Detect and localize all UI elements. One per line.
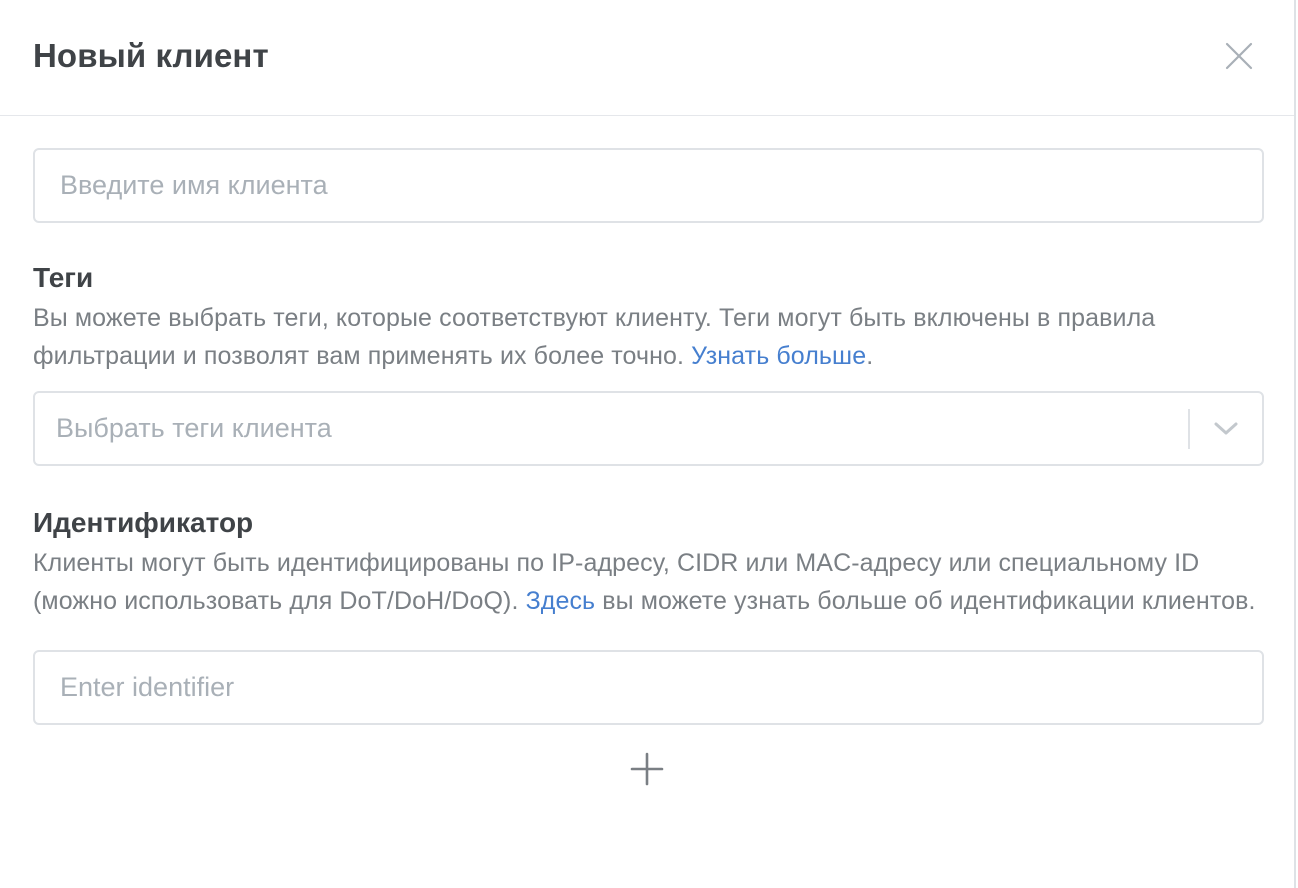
tags-learn-more-link[interactable]: Узнать больше [691,342,866,370]
identifier-here-link[interactable]: Здесь [526,587,596,615]
tags-select[interactable]: Выбрать теги клиента [33,391,1264,466]
tags-help-body: Вы можете выбрать теги, которые соответс… [33,304,1156,370]
identifier-input[interactable]: Enter identifier [33,650,1264,725]
client-name-input[interactable]: Введите имя клиента [33,148,1264,223]
close-icon [1225,42,1253,69]
tags-select-placeholder: Выбрать теги клиента [56,413,332,443]
client-name-placeholder: Введите имя клиента [60,170,328,200]
identifier-help-text: Клиенты могут быть идентифицированы по I… [33,544,1260,620]
new-client-modal: Новый клиент Введите имя клиента Теги Вы… [0,0,1296,888]
add-identifier-button[interactable] [627,749,667,789]
identifier-placeholder: Enter identifier [60,672,235,702]
identifier-title: Идентификатор [33,507,254,538]
tags-title: Теги [33,262,94,293]
identifier-help-suffix: вы можете узнать больше об идентификации… [595,587,1256,615]
close-button[interactable] [1224,41,1254,71]
tags-help-text: Вы можете выбрать теги, которые соответс… [33,299,1260,375]
chevron-down-icon [1214,422,1238,434]
tags-dropdown-toggle[interactable] [1190,393,1262,464]
plus-icon [630,752,663,786]
modal-header: Новый клиент [0,0,1294,116]
modal-title: Новый клиент [33,36,269,74]
modal-body: Введите имя клиента Теги Вы можете выбра… [0,116,1294,789]
tags-help-suffix: . [866,342,874,370]
